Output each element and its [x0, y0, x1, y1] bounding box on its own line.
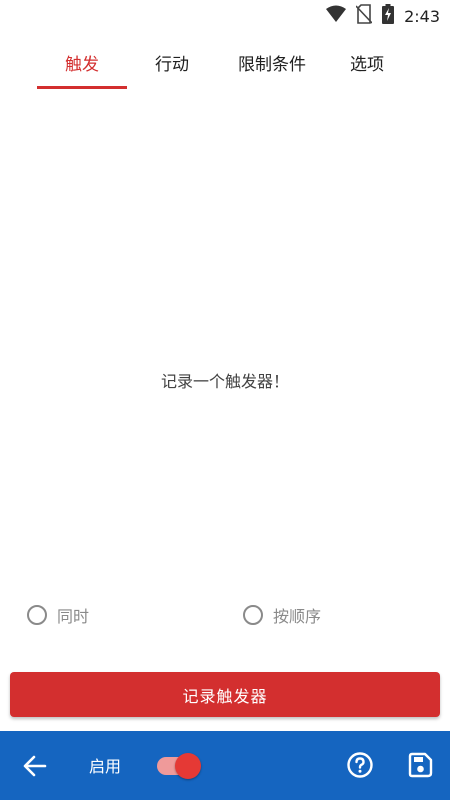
- status-icons: 2:43: [326, 4, 440, 28]
- tab-indicator: [37, 86, 127, 89]
- enable-label: 启用: [89, 757, 122, 776]
- radio-label: 同时: [57, 607, 90, 626]
- radio-sequential[interactable]: 按顺序: [243, 600, 321, 630]
- toggle-thumb: [175, 753, 201, 779]
- enable-toggle[interactable]: [157, 753, 201, 779]
- radio-simultaneous[interactable]: 同时: [27, 600, 89, 630]
- radio-button[interactable]: [243, 605, 263, 625]
- radio-button[interactable]: [27, 605, 47, 625]
- tab-constraints[interactable]: 限制条件: [217, 36, 327, 88]
- help-icon[interactable]: [346, 751, 374, 779]
- save-icon[interactable]: [406, 751, 434, 779]
- no-sim-icon: [355, 4, 373, 28]
- tab-options[interactable]: 选项: [327, 36, 407, 88]
- tab-bar: 触发 行动 限制条件 选项: [0, 36, 450, 92]
- bottom-bar: 启用: [0, 731, 450, 800]
- tab-actions[interactable]: 行动: [127, 36, 217, 88]
- wifi-icon: [326, 5, 347, 27]
- empty-state-message: 记录一个触发器！: [160, 372, 289, 391]
- battery-charging-icon: [382, 4, 395, 28]
- status-bar: 2:43: [0, 0, 450, 32]
- back-arrow-icon[interactable]: [20, 751, 50, 781]
- radio-label: 按顺序: [273, 607, 322, 626]
- status-time: 2:43: [404, 6, 440, 26]
- tab-trigger[interactable]: 触发: [37, 36, 127, 88]
- record-trigger-button[interactable]: 记录触发器: [10, 672, 440, 717]
